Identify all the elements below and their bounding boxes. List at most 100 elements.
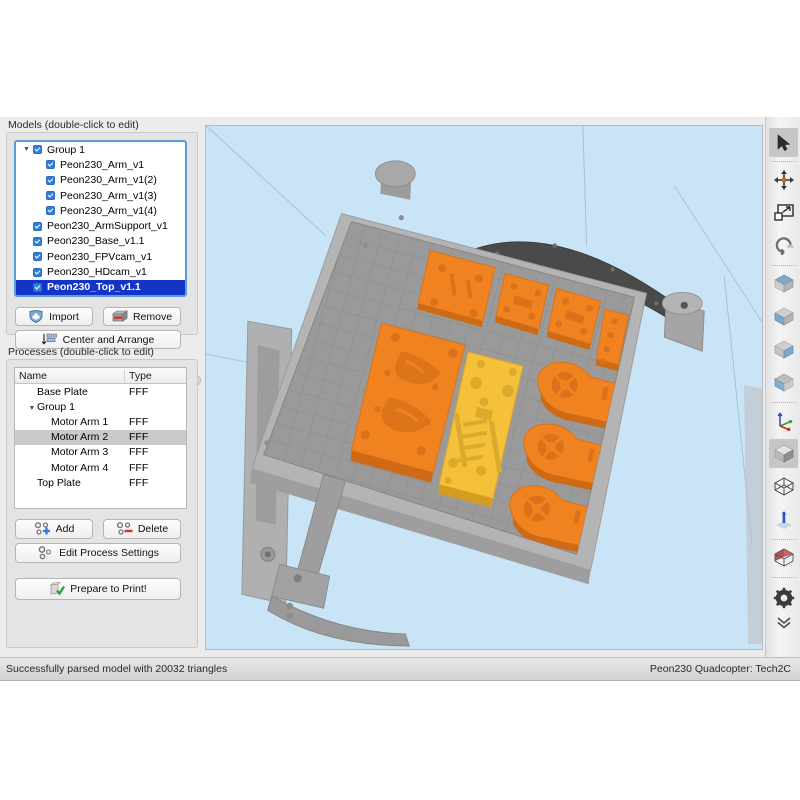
cross-section-icon (773, 547, 794, 567)
delete-process-button[interactable]: Delete (103, 519, 181, 539)
model-visibility-checkbox[interactable] (46, 206, 55, 216)
processes-panel-box: Name Type Base Plate FFF ▼ Group 1 Motor Arm… (6, 359, 198, 648)
wireframe-shading-icon (773, 476, 794, 496)
left-panel: Models (double-click to edit) ▼ Group 1 Pe… (0, 117, 205, 657)
wireframe-shading-icon-button[interactable] (769, 472, 798, 501)
import-button[interactable]: Import (15, 307, 93, 326)
toolbar-grip (774, 120, 793, 151)
processes-panel-label: Processes (double-click to edit) (8, 346, 154, 358)
view-cube-top-icon-button[interactable] (769, 269, 798, 298)
expand-twisty-icon[interactable]: ▼ (27, 405, 37, 412)
rotate-icon-button[interactable] (769, 231, 798, 260)
process-name-label: Base Plate (37, 385, 88, 398)
view-cube-top-icon (773, 274, 794, 293)
process-name-label: Group 1 (37, 400, 75, 413)
model-visibility-checkbox[interactable] (33, 252, 42, 262)
process-name-label: Motor Arm 2 (51, 431, 109, 444)
process-row[interactable]: Motor Arm 1 FFF (15, 414, 186, 429)
solid-shading-icon-button[interactable] (769, 439, 798, 468)
pan-move-icon (773, 169, 794, 190)
process-type-cell: FFF (129, 461, 149, 474)
process-row-name-cell: Motor Arm 4 (15, 462, 125, 474)
process-row-name-cell: Motor Arm 2 (15, 431, 125, 443)
expand-twisty-icon[interactable]: ▼ (20, 146, 33, 153)
models-panel-box: ▼ Group 1 Peon230_Arm_v1 Peon230_Arm_v1(2) P… (6, 132, 198, 349)
process-row-name-cell: Motor Arm 3 (15, 446, 125, 458)
process-name-label: Motor Arm 4 (51, 461, 109, 474)
machine-right-frame (744, 385, 762, 645)
model-tree-row[interactable]: Peon230_Top_v1.1 (16, 279, 185, 295)
process-name-label: Top Plate (37, 476, 81, 489)
model-tree-label: Peon230_Base_v1.1 (47, 235, 145, 248)
process-name-label: Motor Arm 3 (51, 446, 109, 459)
settings-gear-icon (773, 587, 794, 608)
cross-section-icon-button[interactable] (769, 543, 798, 572)
chevron-double-down-icon-button[interactable] (769, 615, 798, 631)
model-visibility-checkbox[interactable] (33, 267, 42, 277)
model-visibility-checkbox[interactable] (46, 191, 55, 201)
process-row[interactable]: Top Plate FFF (15, 475, 186, 490)
model-tree-label: Peon230_Arm_v1 (60, 158, 145, 171)
model-tree-row[interactable]: Peon230_Arm_v1(3) (16, 188, 185, 203)
view-cube-front-icon-button[interactable] (769, 302, 798, 331)
process-row-name-cell: Motor Arm 1 (15, 416, 125, 428)
remove-button[interactable]: Remove (103, 307, 181, 326)
process-type-cell: FFF (129, 476, 149, 489)
model-tree-row[interactable]: Peon230_ArmSupport_v1 (16, 218, 185, 233)
models-tree[interactable]: ▼ Group 1 Peon230_Arm_v1 Peon230_Arm_v1(2) P… (14, 140, 187, 297)
process-row-name-cell: Base Plate (15, 386, 125, 398)
3d-viewport[interactable] (205, 125, 763, 650)
solid-shading-icon (773, 444, 794, 463)
model-visibility-checkbox[interactable] (33, 145, 42, 155)
model-tree-row[interactable]: Peon230_Arm_v1(4) (16, 203, 185, 218)
model-tree-label: Peon230_Arm_v1(3) (60, 189, 157, 202)
pan-move-icon-button[interactable] (769, 165, 798, 194)
process-type-cell: FFF (129, 446, 149, 459)
model-tree-row[interactable]: Peon230_Base_v1.1 (16, 234, 185, 249)
3d-scene (206, 126, 762, 647)
model-tree-label: Peon230_Top_v1.1 (47, 281, 141, 294)
model-tree-label: Group 1 (47, 143, 85, 156)
edit-process-settings-label: Edit Process Settings (59, 547, 159, 559)
model-tree-row[interactable]: Peon230_Arm_v1 (16, 157, 185, 172)
model-tree-label: Peon230_FPVcam_v1 (47, 250, 153, 263)
model-tree-label: Peon230_Arm_v1(4) (60, 204, 157, 217)
process-row[interactable]: ▼ Group 1 (15, 399, 186, 414)
prepare-print-icon (50, 582, 66, 596)
process-row[interactable]: Base Plate FFF (15, 384, 186, 399)
process-row[interactable]: Motor Arm 4 FFF (15, 460, 186, 475)
axes-origin-icon-button[interactable] (769, 406, 798, 435)
cursor-arrow-icon-button[interactable] (769, 128, 798, 157)
scale-resize-icon (773, 203, 794, 221)
support-pillar-icon (775, 510, 792, 529)
remove-button-label: Remove (132, 310, 173, 323)
model-visibility-checkbox[interactable] (33, 282, 42, 292)
view-cube-side-icon-button[interactable] (769, 335, 798, 364)
process-row[interactable]: Motor Arm 3 FFF (15, 445, 186, 460)
edit-process-settings-button[interactable]: Edit Process Settings (15, 543, 181, 563)
process-row[interactable]: Motor Arm 2 FFF (15, 429, 186, 445)
model-tree-label: Peon230_HDcam_v1 (47, 266, 147, 279)
add-process-button[interactable]: Add (15, 519, 93, 539)
view-cube-iso-icon-button[interactable] (769, 368, 798, 397)
models-panel-label: Models (double-click to edit) (8, 119, 139, 131)
scale-resize-icon-button[interactable] (769, 198, 798, 227)
settings-gear-icon-button[interactable] (769, 583, 798, 612)
import-button-label: Import (49, 310, 79, 323)
processes-list[interactable]: Name Type Base Plate FFF ▼ Group 1 Motor Arm… (14, 367, 187, 509)
support-pillar-icon-button[interactable] (769, 505, 798, 534)
view-cube-iso-icon (773, 373, 794, 392)
model-tree-row[interactable]: Peon230_HDcam_v1 (16, 264, 185, 279)
model-visibility-checkbox[interactable] (33, 236, 42, 246)
model-tree-row[interactable]: Peon230_FPVcam_v1 (16, 249, 185, 264)
status-bar: Successfully parsed model with 20032 tri… (0, 657, 800, 681)
model-visibility-checkbox[interactable] (33, 221, 42, 231)
add-process-icon (34, 522, 50, 535)
column-header-type: Type (129, 369, 152, 382)
model-tree-row[interactable]: ▼ Group 1 (16, 142, 185, 157)
model-visibility-checkbox[interactable] (46, 160, 55, 170)
model-visibility-checkbox[interactable] (46, 175, 55, 185)
chevron-double-down-icon (776, 617, 791, 629)
prepare-to-print-button[interactable]: Prepare to Print! (15, 578, 181, 600)
model-tree-row[interactable]: Peon230_Arm_v1(2) (16, 173, 185, 188)
